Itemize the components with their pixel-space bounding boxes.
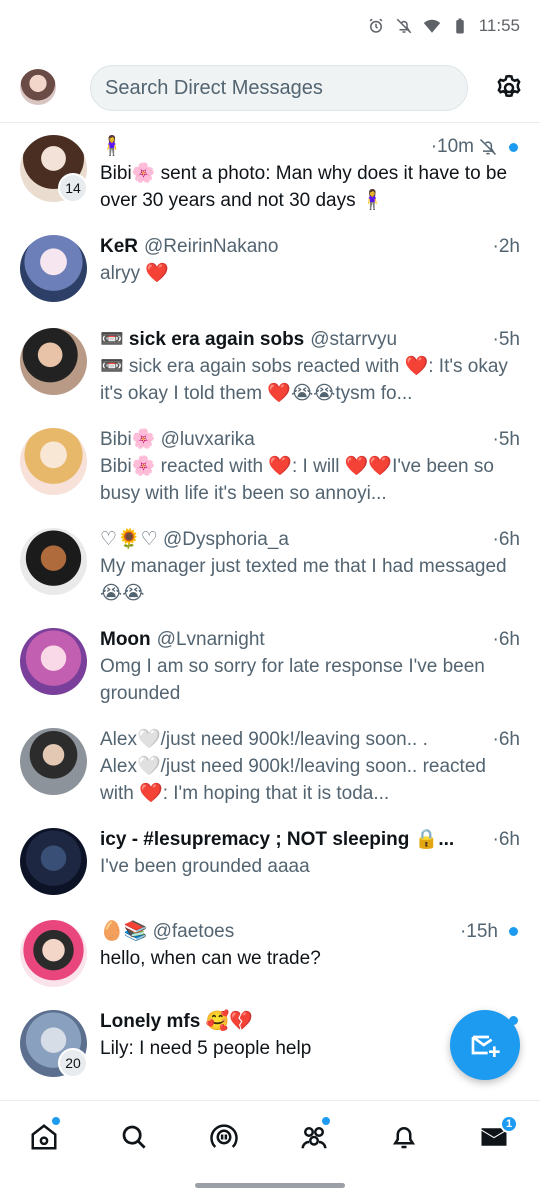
fab-notification-dot bbox=[509, 1016, 518, 1025]
search-placeholder: Search Direct Messages bbox=[105, 76, 323, 99]
conversation-row[interactable]: 📼 sick era again sobs @starrvyu ·5h 📼 si… bbox=[0, 323, 540, 423]
alarm-icon bbox=[369, 18, 383, 33]
conversation-name: KeR bbox=[100, 236, 139, 257]
conversation-row[interactable]: Moon @Lvnarnight ·6h Omg I am so sorry f… bbox=[0, 623, 540, 723]
conversation-handle: @starrvyu bbox=[310, 329, 398, 350]
home-notification-dot bbox=[52, 1117, 60, 1125]
conversation-handle: @Lvnarnight bbox=[156, 629, 265, 650]
conversation-handle: Bibi🌸 @luvxarika bbox=[100, 429, 255, 450]
muted-bell-icon bbox=[479, 138, 497, 155]
conversation-handle: 🧍‍♀️ bbox=[100, 136, 124, 157]
avatar bbox=[20, 528, 87, 595]
conversation-time: ·6h bbox=[492, 729, 520, 750]
conversation-handle: ♡🌻♡ @Dysphoria_a bbox=[100, 529, 289, 550]
avatar bbox=[20, 235, 87, 302]
home-icon bbox=[31, 1124, 57, 1150]
conversation-time: ·5h bbox=[492, 429, 520, 450]
search-input[interactable]: Search Direct Messages bbox=[90, 65, 468, 111]
bell-icon bbox=[392, 1127, 416, 1149]
conversation-handle: 🥚📚 @faetoes bbox=[100, 921, 235, 942]
unread-count-badge: 14 bbox=[58, 173, 88, 203]
profile-avatar[interactable] bbox=[20, 69, 56, 105]
avatar bbox=[20, 428, 87, 495]
conversation-time: ·6h bbox=[492, 629, 520, 650]
conversation-message: Omg I am so sorry for late response I've… bbox=[100, 656, 485, 704]
conversation-time: ·10m bbox=[430, 136, 474, 157]
conversation-handle: Alex🤍/just need 900k!/leaving soon.. . bbox=[100, 729, 428, 750]
conversation-row[interactable]: 🥚📚 @faetoes ·15h hello, when can we trad… bbox=[0, 915, 540, 1005]
conversation-time: ·5h bbox=[492, 329, 520, 350]
top-bar: Search Direct Messages bbox=[0, 55, 540, 123]
wifi-icon bbox=[423, 19, 440, 33]
unread-dot bbox=[509, 927, 518, 936]
conversation-name: Lonely mfs 🥰💔 bbox=[100, 1011, 253, 1032]
unread-dot bbox=[509, 143, 518, 152]
conversation-row[interactable]: icy - #lesupremacy ; NOT sleeping 🔒... ·… bbox=[0, 823, 540, 923]
conversation-name: 📼 sick era again sobs bbox=[100, 329, 305, 350]
conversation-handle: @ReirinNakano bbox=[144, 236, 279, 257]
conversation-message: I've been grounded aaaa bbox=[100, 856, 310, 877]
conversation-message: Bibi🌸 reacted with ❤️: I will ❤️❤️I've b… bbox=[100, 456, 494, 504]
conversation-message: hello, when can we trade? bbox=[100, 948, 321, 969]
communities-icon bbox=[301, 1127, 327, 1149]
spaces-tab[interactable] bbox=[206, 1119, 242, 1155]
conversation-row[interactable]: Bibi🌸 @luvxarika ·5h Bibi🌸 reacted with … bbox=[0, 423, 540, 523]
conversation-name: Moon bbox=[100, 629, 151, 650]
conversation-time: ·15h bbox=[459, 921, 498, 942]
avatar bbox=[20, 328, 87, 395]
conversation-message: Alex🤍/just need 900k!/leaving soon.. rea… bbox=[100, 756, 486, 804]
search-tab[interactable] bbox=[116, 1119, 152, 1155]
conversation-row[interactable]: 14 🧍‍♀️ ·10m Bibi🌸 sent a photo: Man why… bbox=[0, 123, 540, 223]
messages-count-badge: 1 bbox=[500, 1115, 518, 1133]
conversation-message: alryy ❤️ bbox=[100, 263, 170, 284]
conversation-row[interactable]: ♡🌻♡ @Dysphoria_a ·6h My manager just tex… bbox=[0, 523, 540, 623]
gear-icon[interactable] bbox=[494, 73, 524, 103]
home-indicator bbox=[195, 1183, 345, 1188]
unread-count-badge: 20 bbox=[58, 1048, 88, 1078]
spaces-icon bbox=[210, 1124, 238, 1148]
notifications-tab[interactable] bbox=[386, 1119, 422, 1155]
avatar bbox=[20, 828, 87, 895]
conversation-time: ·6h bbox=[492, 529, 520, 550]
conversation-message: Bibi🌸 sent a photo: Man why does it have… bbox=[100, 163, 508, 211]
status-time: 11:55 bbox=[478, 16, 520, 35]
conversation-row[interactable]: Alex🤍/just need 900k!/leaving soon.. . ·… bbox=[0, 723, 540, 823]
avatar bbox=[20, 920, 87, 987]
compose-message-icon bbox=[471, 1035, 500, 1057]
conversation-message: My manager just texted me that I had mes… bbox=[100, 556, 507, 604]
search-icon bbox=[122, 1125, 146, 1149]
conversation-name: icy - #lesupremacy ; NOT sleeping 🔒... bbox=[100, 829, 455, 850]
conversation-message: 📼 sick era again sobs reacted with ❤️: I… bbox=[100, 356, 508, 404]
bottom-navigation bbox=[0, 1100, 540, 1172]
bell-off-icon bbox=[396, 18, 411, 34]
status-bar: 11:55 bbox=[0, 0, 540, 55]
communities-notification-dot bbox=[322, 1117, 330, 1125]
conversation-time: ·2h bbox=[492, 236, 520, 257]
avatar bbox=[20, 728, 87, 795]
battery-icon bbox=[455, 18, 464, 34]
conversation-time: ·6h bbox=[492, 829, 520, 850]
conversation-row[interactable]: KeR @ReirinNakano ·2h alryy ❤️ bbox=[0, 223, 540, 323]
avatar bbox=[20, 628, 87, 695]
